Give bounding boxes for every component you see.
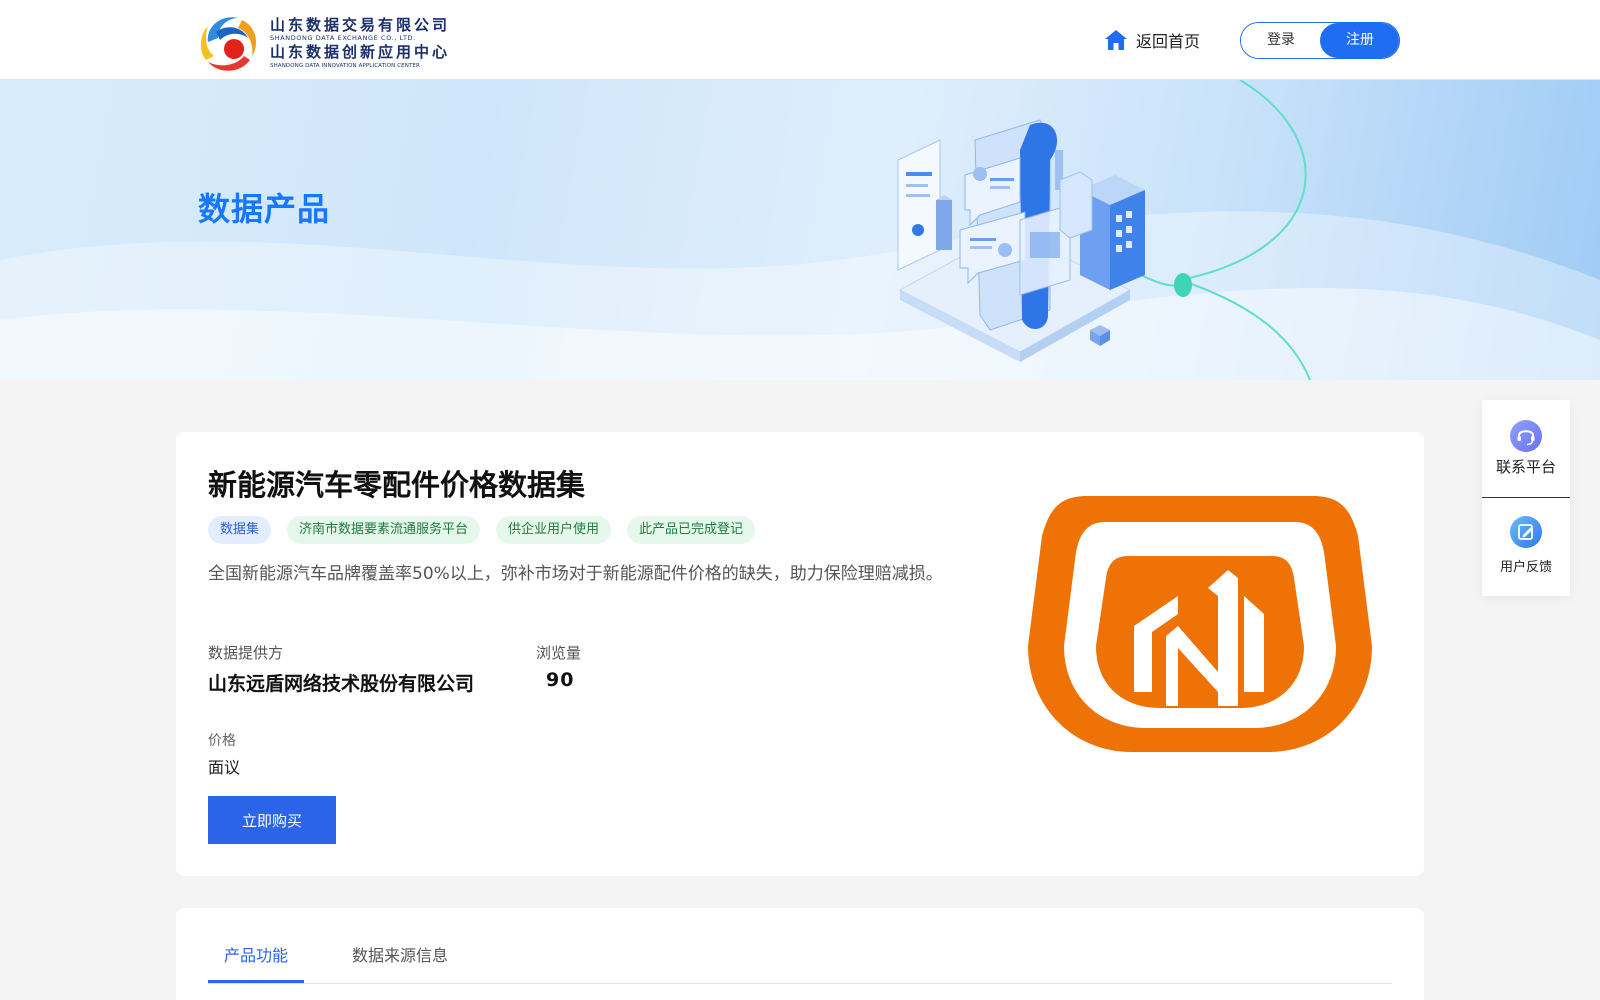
user-feedback-label: 用户反馈 [1499, 560, 1552, 575]
price-value: 面议 [208, 758, 241, 777]
product-detail-card: 新能源汽车零配件价格数据集 数据集 济南市数据要素流通服务平台 供企业用户使用 … [176, 432, 1424, 876]
register-button[interactable]: 注册 [1320, 23, 1399, 58]
views-value: 90 [546, 669, 575, 691]
top-header: 山东数据交易有限公司 SHANDONG DATA EXCHANGE CO., L… [0, 0, 1600, 80]
headset-icon [1510, 420, 1542, 452]
product-title: 新能源汽车零配件价格数据集 [208, 468, 586, 502]
active-tab-indicator [208, 980, 304, 983]
product-description: 全国新能源汽车品牌覆盖率50%以上，弥补市场对于新能源配件价格的缺失，助力保险理… [208, 564, 943, 584]
provider-label: 数据提供方 [208, 644, 284, 662]
edit-icon [1510, 516, 1542, 548]
provider-value: 山东远盾网络技术股份有限公司 [208, 673, 475, 695]
provider-logo-image [1028, 496, 1372, 752]
tab-product-function[interactable]: 产品功能 [224, 942, 288, 966]
logo-company-name: 山东数据交易有限公司 [270, 16, 451, 34]
product-tabs-card: 产品功能 数据来源信息 [176, 908, 1424, 1000]
views-label: 浏览量 [536, 644, 582, 662]
buy-now-button[interactable]: 立即购买 [208, 796, 336, 844]
banner-wave-decoration [0, 80, 1600, 380]
login-button[interactable]: 登录 [1241, 23, 1321, 58]
page-title: 数据产品 [198, 190, 331, 228]
logo-center-name: 山东数据创新应用中心 [270, 43, 451, 61]
price-label: 价格 [208, 733, 236, 749]
data-product-illustration [897, 119, 1145, 362]
site-logo[interactable]: 山东数据交易有限公司 SHANDONG DATA EXCHANGE CO., L… [198, 12, 460, 74]
tag-type: 数据集 [208, 516, 272, 544]
user-feedback-button[interactable]: 用户反馈 [1482, 498, 1570, 594]
logo-emblem-icon [200, 17, 257, 71]
hero-banner: 数据产品 [0, 80, 1600, 380]
home-icon [1105, 30, 1127, 50]
product-tags: 数据集 济南市数据要素流通服务平台 供企业用户使用 此产品已完成登记 [208, 516, 771, 544]
floating-side-panel: 联系平台 用户反馈 [1482, 400, 1570, 596]
tag-registration: 此产品已完成登记 [627, 516, 756, 544]
back-home-link[interactable]: 返回首页 [1104, 26, 1200, 54]
tab-data-source[interactable]: 数据来源信息 [352, 942, 448, 966]
logo-company-name-en: SHANDONG DATA EXCHANGE CO., LTD. [270, 34, 416, 42]
contact-platform-label: 联系平台 [1495, 458, 1556, 476]
tag-audience: 供企业用户使用 [496, 516, 612, 544]
tabs-divider [208, 983, 1392, 984]
back-home-label: 返回首页 [1136, 32, 1201, 51]
tag-platform: 济南市数据要素流通服务平台 [287, 516, 481, 544]
contact-platform-button[interactable]: 联系平台 [1482, 400, 1570, 496]
logo-center-name-en: SHANDONG DATA INNOVATION APPLICATION CEN… [270, 63, 420, 69]
auth-buttons: 登录 注册 [1240, 22, 1400, 59]
